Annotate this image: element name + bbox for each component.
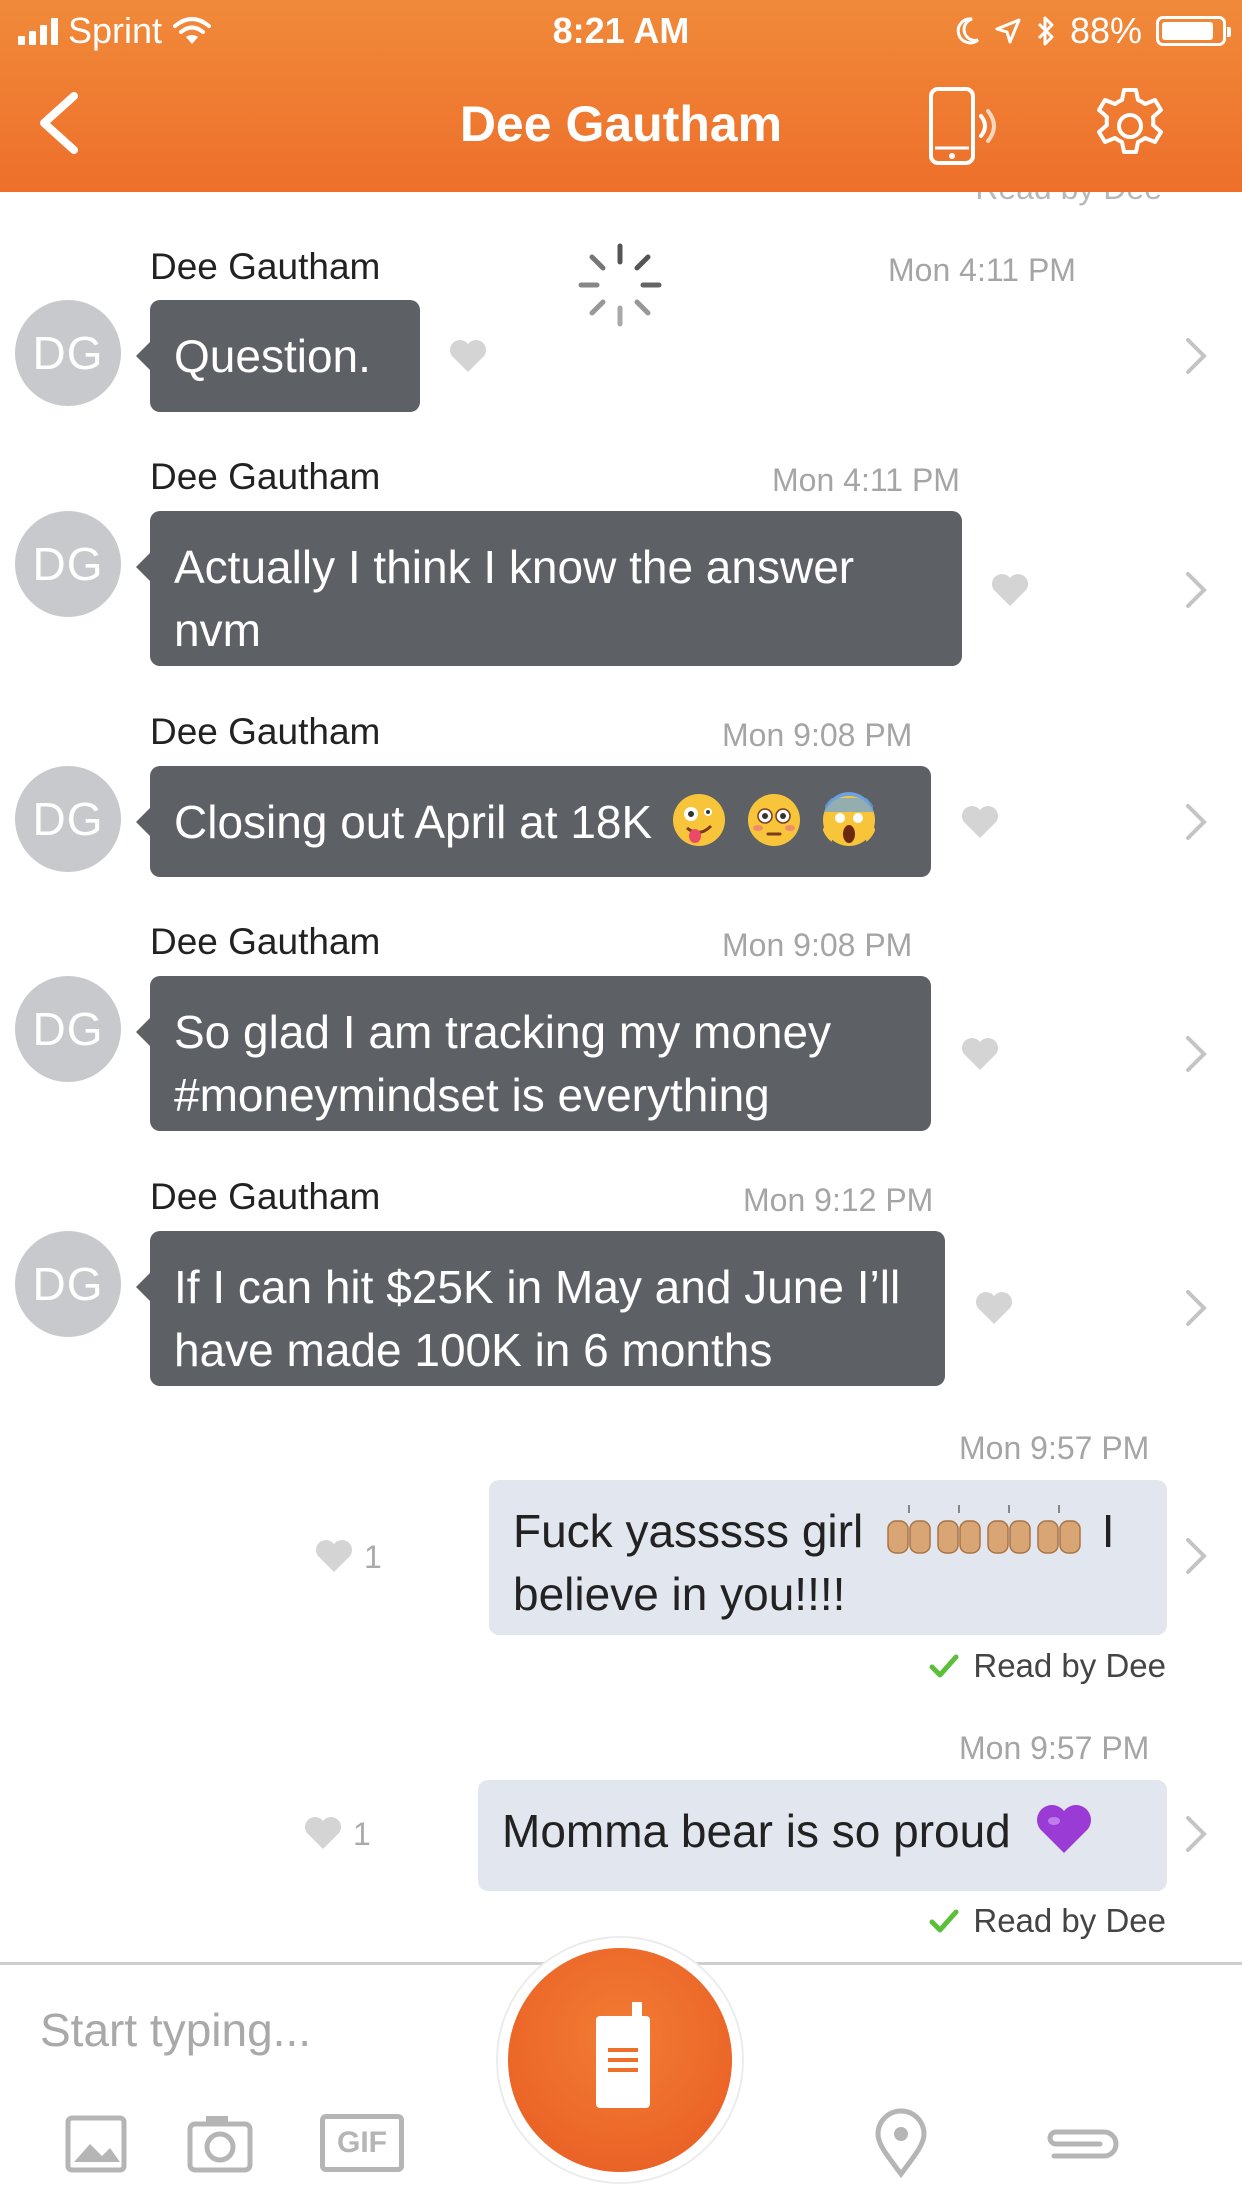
message-timestamp: Mon 9:12 PM — [743, 1182, 934, 1218]
flushed-face-emoji-icon — [747, 794, 800, 846]
paperclip-icon[interactable] — [1034, 2108, 1124, 2178]
heart-icon[interactable] — [974, 1290, 1014, 1326]
avatar[interactable]: DG — [15, 976, 121, 1082]
message-bubble[interactable]: So glad I am tracking my money #moneymin… — [136, 976, 931, 1131]
checkmark-icon — [929, 1909, 959, 1933]
message-bubble[interactable]: Actually I think I know the answer nvm — [136, 511, 962, 666]
read-receipt: Read by Dee — [929, 1902, 1166, 1940]
raising-hands-emoji-icon — [887, 1505, 1081, 1554]
avatar[interactable]: DG — [15, 766, 121, 872]
avatar[interactable]: DG — [15, 1231, 121, 1337]
camera-icon[interactable] — [186, 2108, 256, 2178]
message-timestamp: Mon 9:08 PM — [722, 717, 913, 753]
heart-icon[interactable] — [990, 572, 1030, 608]
chevron-right-icon[interactable] — [1182, 1032, 1210, 1076]
sender-name: Dee Gautham — [150, 1176, 381, 1217]
avatar[interactable]: DG — [15, 300, 121, 406]
screaming-face-emoji-icon — [822, 792, 875, 846]
heart-icon[interactable] — [448, 338, 488, 374]
message-text: Momma bear is so proud — [502, 1805, 1011, 1857]
walkie-talkie-button[interactable] — [498, 1938, 742, 2182]
chevron-right-icon[interactable] — [1182, 568, 1210, 612]
like-count: 1 — [353, 1816, 371, 1852]
chevron-right-icon[interactable] — [1182, 800, 1210, 844]
message-timestamp: Mon 4:11 PM — [772, 462, 960, 498]
battery-icon — [1156, 16, 1231, 46]
sender-name: Dee Gautham — [150, 456, 381, 497]
sender-name: Dee Gautham — [150, 711, 381, 752]
avatar[interactable]: DG — [15, 511, 121, 617]
message-bubble[interactable]: Closing out April at 18K — [136, 766, 931, 877]
checkmark-icon — [929, 1654, 959, 1678]
like-count: 1 — [364, 1539, 382, 1575]
heart-icon[interactable] — [960, 1036, 1000, 1072]
bluetooth-icon — [1037, 16, 1054, 46]
location-arrow-icon — [995, 18, 1021, 44]
gear-icon[interactable] — [1090, 86, 1170, 166]
sender-name: Dee Gautham — [150, 246, 381, 287]
image-icon[interactable] — [62, 2108, 132, 2178]
message-bubble[interactable]: Momma bear is so proud — [478, 1780, 1167, 1891]
purple-heart-emoji-icon — [1036, 1805, 1091, 1853]
message-timestamp: Mon 9:57 PM — [959, 1430, 1150, 1466]
message-bubble[interactable]: Fuck yasssss girl I believe in you!!!! — [489, 1480, 1167, 1635]
heart-icon[interactable] — [303, 1815, 343, 1851]
heart-icon[interactable] — [960, 804, 1000, 840]
moon-icon — [956, 17, 979, 45]
chevron-right-icon[interactable] — [1182, 334, 1210, 378]
chevron-right-icon[interactable] — [1182, 1534, 1210, 1578]
zany-face-emoji-icon — [672, 794, 725, 846]
sender-name: Dee Gautham — [150, 921, 381, 962]
message-text: Closing out April at 18K — [174, 796, 653, 848]
message-timestamp: Mon 9:57 PM — [959, 1730, 1150, 1766]
status-bar: Sprint 8:21 AM 88% — [0, 0, 1242, 62]
message-input[interactable] — [40, 2000, 500, 2060]
read-receipt: Read by Dee — [929, 1647, 1166, 1685]
message-timestamp: Mon 4:11 PM — [888, 252, 1076, 288]
header-bar: Sprint 8:21 AM 88% Dee Gautham — [0, 0, 1242, 192]
read-receipt-text: Read by Dee — [973, 1647, 1166, 1684]
gif-icon[interactable]: GIF — [320, 2114, 404, 2172]
message-timestamp: Mon 9:08 PM — [722, 927, 913, 963]
loading-spinner-icon — [578, 243, 662, 327]
heart-icon[interactable] — [314, 1538, 354, 1574]
message-bubble[interactable]: If I can hit $25K in May and June I’ll h… — [136, 1231, 945, 1386]
phone-icon[interactable] — [925, 86, 1005, 166]
message-text: Fuck yasssss girl — [513, 1505, 864, 1557]
walkie-talkie-icon — [596, 2002, 650, 2108]
message-bubble[interactable]: Question. — [136, 300, 420, 412]
conversation-title: Dee Gautham — [459, 96, 783, 152]
chevron-right-icon[interactable] — [1182, 1286, 1210, 1330]
location-pin-icon[interactable] — [866, 2108, 936, 2178]
chevron-right-icon[interactable] — [1182, 1812, 1210, 1856]
read-receipt-text: Read by Dee — [973, 1902, 1166, 1939]
battery-percent: 88% — [1069, 10, 1142, 51]
